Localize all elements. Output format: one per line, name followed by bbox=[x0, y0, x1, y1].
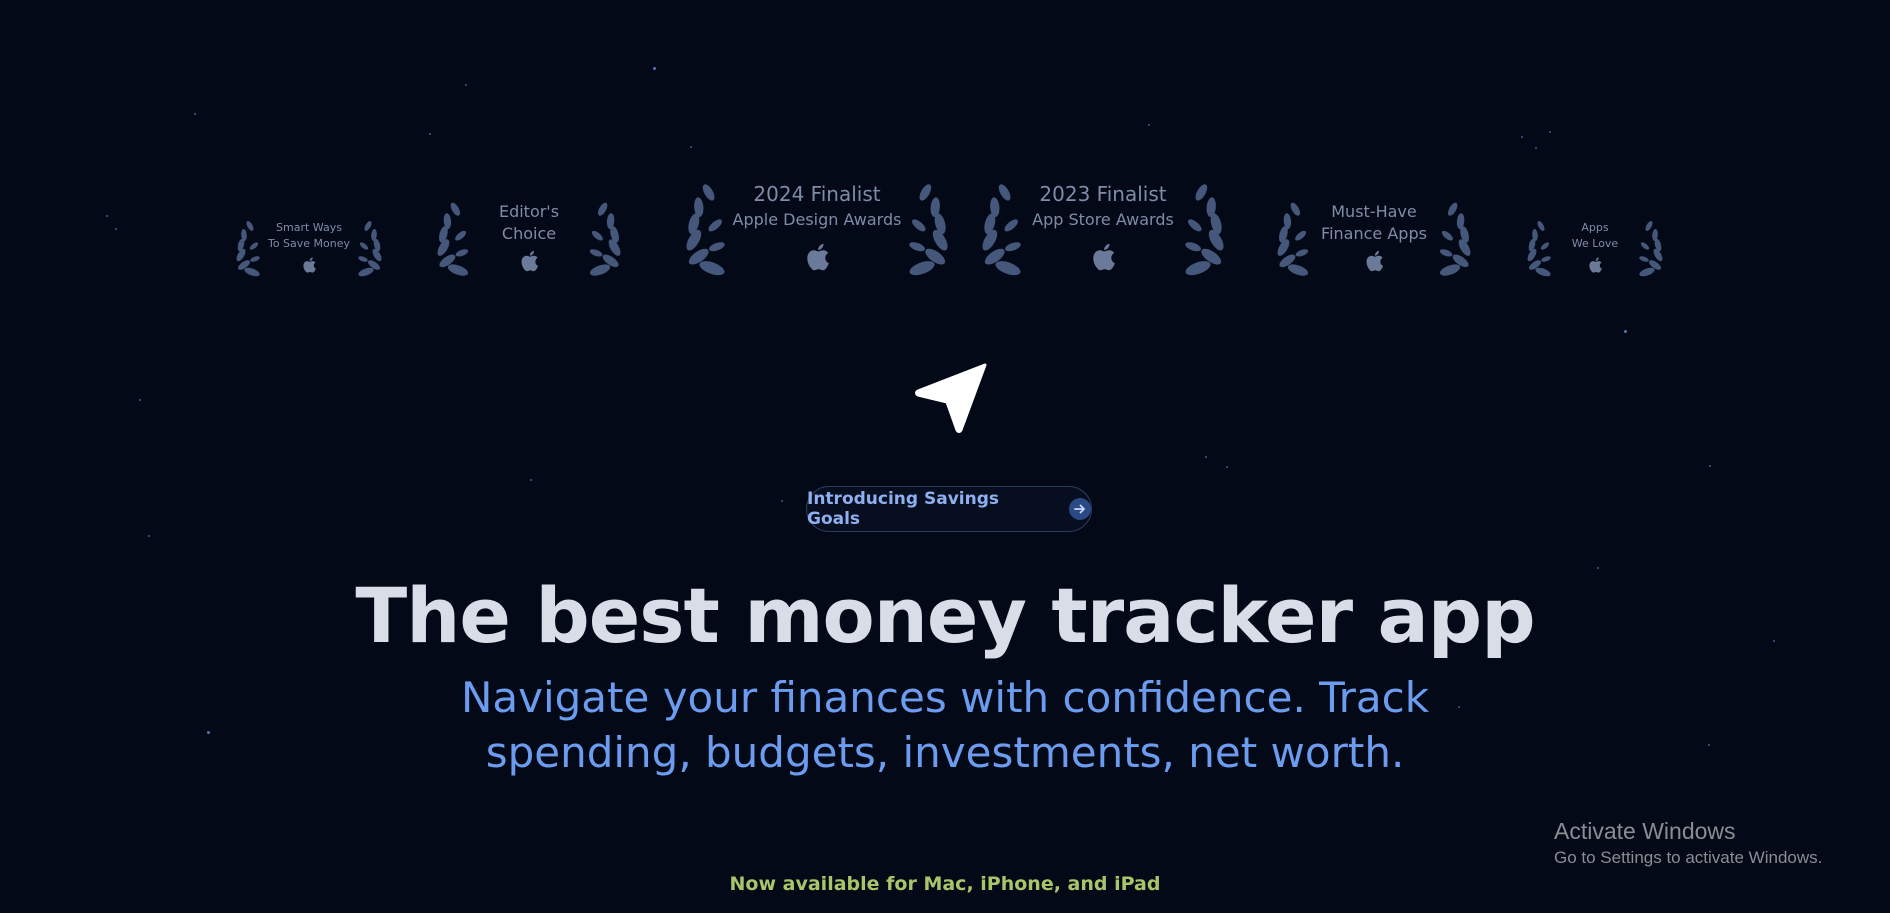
apple-icon bbox=[1366, 250, 1384, 272]
award-title: Apps bbox=[1581, 221, 1609, 234]
laurel-left-icon bbox=[437, 202, 469, 276]
award-subtitle: Finance Apps bbox=[1321, 224, 1427, 243]
laurel-left-icon bbox=[1527, 221, 1551, 277]
laurel-left-icon bbox=[686, 184, 725, 276]
watermark-subtitle: Go to Settings to activate Windows. bbox=[1554, 848, 1823, 867]
award-title: Must-Have bbox=[1331, 202, 1417, 221]
award-subtitle: To Save Money bbox=[267, 237, 351, 250]
award-title: 2023 Finalist bbox=[1039, 182, 1167, 206]
award-must-have-finance-apps: Must-Have Finance Apps bbox=[1274, 194, 1474, 280]
hero-subheadline-line-1: Navigate your finances with confidence. … bbox=[460, 673, 1430, 722]
savings-goals-announcement-button[interactable]: Introducing Savings Goals bbox=[806, 486, 1092, 532]
apple-icon bbox=[521, 250, 539, 272]
award-smart-ways: Smart Ways To Save Money bbox=[234, 214, 384, 280]
laurel-left-icon bbox=[982, 184, 1021, 276]
laurel-left-icon bbox=[1277, 202, 1309, 276]
award-app-store-awards: 2023 Finalist App Store Awards bbox=[978, 174, 1228, 280]
arrow-right-icon bbox=[1069, 498, 1091, 520]
award-subtitle: We Love bbox=[1571, 237, 1619, 250]
laurel-right-icon bbox=[1639, 221, 1663, 277]
laurel-right-icon bbox=[589, 202, 621, 276]
laurel-right-icon bbox=[358, 221, 382, 277]
award-editors-choice: Editor's Choice bbox=[434, 194, 624, 280]
award-apps-we-love: Apps We Love bbox=[1525, 214, 1665, 280]
award-subtitle: Apple Design Awards bbox=[732, 210, 902, 229]
laurel-right-icon bbox=[1185, 184, 1224, 276]
apple-icon bbox=[303, 257, 316, 273]
laurel-left-icon bbox=[236, 221, 260, 277]
award-title: Editor's bbox=[498, 202, 560, 221]
watermark-title: Activate Windows bbox=[1554, 818, 1736, 844]
apple-icon bbox=[1093, 243, 1115, 271]
page: Smart Ways To Save Money Editor's Choice… bbox=[0, 0, 1890, 913]
laurel-right-icon bbox=[909, 184, 948, 276]
award-subtitle: App Store Awards bbox=[1032, 210, 1174, 229]
navigation-arrow-icon bbox=[915, 363, 987, 433]
hero-headline: The best money tracker app bbox=[355, 571, 1535, 660]
availability-text: Now available for Mac, iPhone, and iPad bbox=[729, 873, 1161, 895]
awards-row: Smart Ways To Save Money Editor's Choice… bbox=[0, 170, 1890, 290]
apple-icon bbox=[1589, 257, 1602, 273]
award-apple-design-awards: 2024 Finalist Apple Design Awards bbox=[682, 174, 952, 280]
award-subtitle: Choice bbox=[501, 224, 557, 243]
hero-subheadline: Navigate your finances with confidence. … bbox=[445, 670, 1445, 780]
activate-windows-watermark: Activate Windows Go to Settings to activ… bbox=[1554, 816, 1822, 870]
announcement-label: Introducing Savings Goals bbox=[807, 489, 999, 529]
apple-icon bbox=[807, 243, 829, 271]
award-title: Smart Ways bbox=[276, 221, 342, 234]
award-title: 2024 Finalist bbox=[753, 182, 881, 206]
laurel-right-icon bbox=[1439, 202, 1471, 276]
hero-subheadline-line-2: spending, budgets, investments, net wort… bbox=[485, 728, 1405, 777]
